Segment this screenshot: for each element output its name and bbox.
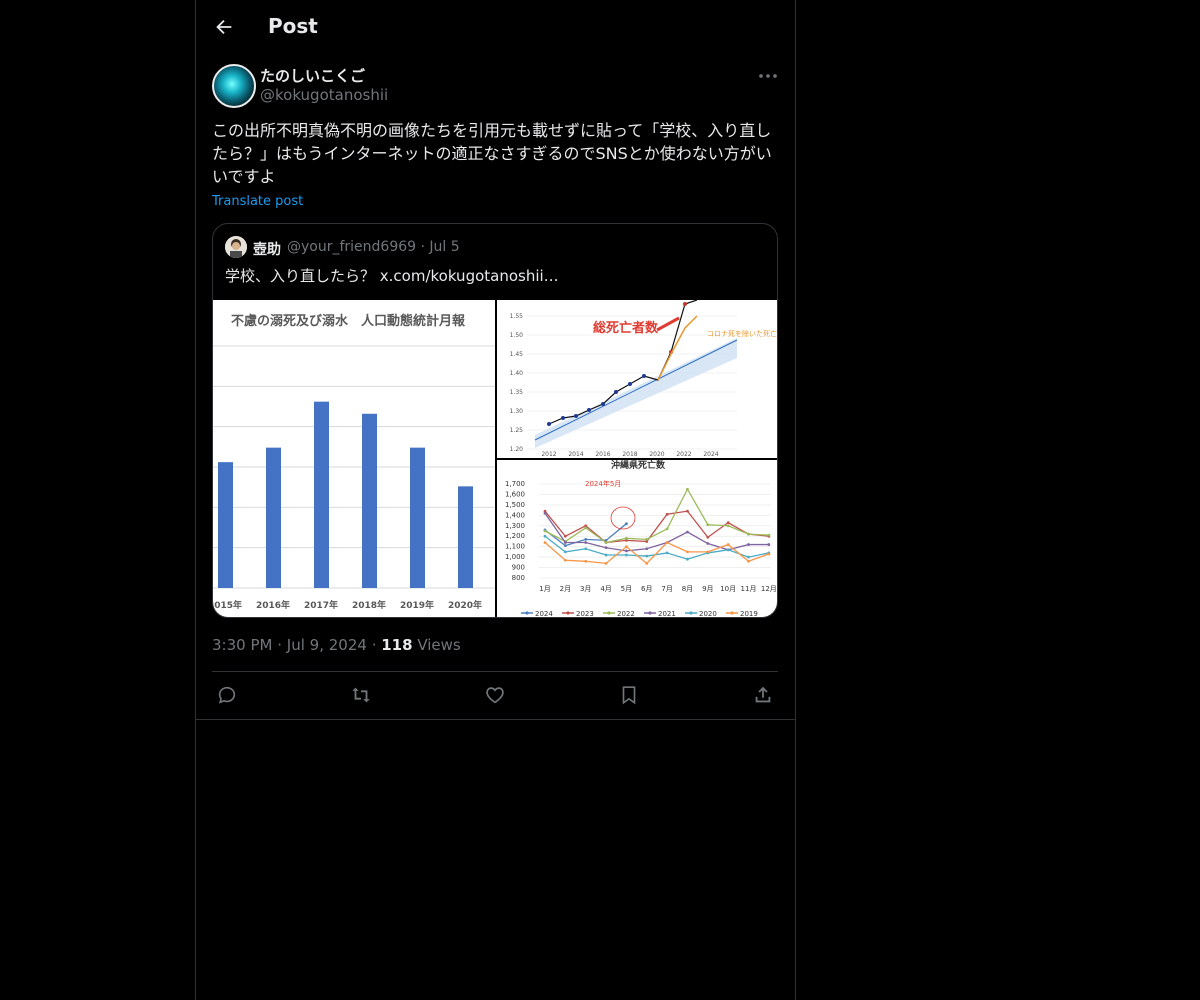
line-chart-ytick: 1.50 bbox=[510, 332, 524, 339]
avatar[interactable] bbox=[212, 64, 256, 108]
more-options-icon[interactable] bbox=[756, 66, 780, 86]
quote-avatar bbox=[225, 236, 247, 258]
bar bbox=[266, 447, 281, 588]
okinawa-chart-title: 沖縄県死亡数 bbox=[611, 460, 666, 471]
line-chart-xtick: 2016 bbox=[595, 451, 610, 458]
okinawa-ytick: 1,100 bbox=[505, 543, 525, 551]
okinawa-legend-label: 2020 bbox=[699, 610, 717, 618]
quote-text: 学校、入り直したら？ x.com/kokugotanoshii… bbox=[225, 267, 559, 285]
bar bbox=[314, 401, 329, 588]
bar-chart-title: 不慮の溺死及び溺水 人口動態統計月報 bbox=[231, 313, 466, 329]
bar bbox=[362, 413, 377, 588]
bar bbox=[218, 462, 233, 588]
line-chart-ytick: 1.40 bbox=[510, 370, 524, 377]
views-count: 118 bbox=[381, 636, 413, 654]
okinawa-month-label: 9月 bbox=[702, 585, 713, 593]
okinawa-legend-label: 2022 bbox=[617, 610, 635, 618]
line-chart-xtick: 2014 bbox=[568, 451, 583, 458]
line-chart-xtick: 2018 bbox=[622, 451, 637, 458]
repost-icon[interactable] bbox=[350, 684, 372, 706]
share-icon[interactable] bbox=[752, 684, 774, 706]
okinawa-month-label: 7月 bbox=[661, 585, 672, 593]
okinawa-annotation: 2024年5月 bbox=[585, 479, 621, 488]
bookmark-icon[interactable] bbox=[618, 684, 640, 706]
line-chart-label-total: 総死亡者数 bbox=[593, 320, 659, 336]
okinawa-ytick: 1,200 bbox=[505, 532, 525, 540]
okinawa-legend-label: 2021 bbox=[658, 610, 676, 618]
okinawa-deaths-image[interactable]: 沖縄県死亡数 1,700 1,600 1,500 1,400 1,300 1,200 1,1… bbox=[497, 460, 777, 618]
page-title: Post bbox=[268, 14, 318, 38]
quoted-post[interactable]: 壺助 @your_friend6969 · Jul 5 学校、入り直したら？ x… bbox=[212, 223, 778, 618]
deaths-trend-image[interactable]: 1.55 1.50 1.45 1.40 1.35 1.30 1.25 1.20 2012 201… bbox=[497, 300, 778, 458]
line-chart-ytick: 1.55 bbox=[510, 313, 524, 320]
okinawa-ytick: 1,300 bbox=[505, 522, 525, 530]
okinawa-month-label: 8月 bbox=[682, 585, 693, 593]
reply-icon[interactable] bbox=[216, 684, 238, 706]
line-chart-xtick: 2024 bbox=[703, 451, 718, 458]
post-text: この出所不明真偽不明の画像たちを引用元も載せずに貼って「学校、入り直したら？」は… bbox=[212, 121, 772, 186]
line-chart-xtick: 2020 bbox=[649, 451, 664, 458]
okinawa-month-label: 3月 bbox=[580, 585, 591, 593]
okinawa-legend-label: 2023 bbox=[576, 610, 594, 618]
line-chart-xtick: 2012 bbox=[541, 451, 556, 458]
quote-author-meta: @your_friend6969 · Jul 5 bbox=[287, 239, 460, 255]
quote-date: Jul 5 bbox=[429, 239, 460, 255]
translate-post-link[interactable]: Translate post bbox=[212, 194, 303, 209]
okinawa-ytick: 1,500 bbox=[505, 501, 525, 509]
okinawa-ytick: 1,400 bbox=[505, 511, 525, 519]
bar-category-label: 2018年 bbox=[352, 599, 386, 611]
quote-author-name: 壺助 bbox=[253, 242, 281, 258]
quote-author-handle: @your_friend6969 bbox=[287, 239, 417, 255]
bar-chart-image[interactable]: 不慮の溺死及び溺水 人口動態統計月報 2015年 2016年 2017年 2018年 2… bbox=[213, 300, 495, 617]
line-chart-xtick: 2022 bbox=[676, 451, 691, 458]
okinawa-month-label: 10月 bbox=[720, 585, 736, 593]
arrow-left-icon[interactable] bbox=[213, 16, 235, 38]
okinawa-ytick: 900 bbox=[512, 564, 525, 572]
bar-category-label: 2020年 bbox=[448, 599, 482, 611]
post-time[interactable]: 3:30 PM bbox=[212, 636, 272, 654]
post-meta: 3:30 PM · Jul 9, 2024 · 118 Views bbox=[212, 636, 461, 654]
okinawa-ytick: 800 bbox=[512, 574, 525, 582]
okinawa-month-label: 6月 bbox=[641, 585, 652, 593]
okinawa-legend-label: 2024 bbox=[535, 610, 553, 618]
author-handle[interactable]: @kokugotanoshii bbox=[260, 86, 388, 104]
page-header: Post bbox=[196, 0, 795, 53]
okinawa-month-label: 1月 bbox=[539, 585, 550, 593]
okinawa-month-label: 4月 bbox=[600, 585, 611, 593]
okinawa-series-line bbox=[544, 487, 769, 544]
okinawa-ytick: 1,000 bbox=[505, 553, 525, 561]
divider bbox=[212, 671, 778, 672]
line-chart-ytick: 1.25 bbox=[510, 427, 524, 434]
okinawa-month-label: 5月 bbox=[621, 585, 632, 593]
line-chart-ytick: 1.30 bbox=[510, 408, 524, 415]
okinawa-ytick: 1,700 bbox=[505, 480, 525, 488]
line-chart-label-excl: コロナ死を除いた死亡者数 bbox=[707, 329, 778, 338]
bar-category-label: 2015年 bbox=[213, 599, 242, 611]
okinawa-series-line bbox=[544, 510, 769, 544]
bar-category-label: 2017年 bbox=[304, 599, 338, 611]
post-date[interactable]: Jul 9, 2024 bbox=[287, 636, 367, 654]
like-icon[interactable] bbox=[484, 684, 506, 706]
line-chart-ytick: 1.45 bbox=[510, 351, 524, 358]
bar-category-label: 2019年 bbox=[400, 599, 434, 611]
bar-category-label: 2016年 bbox=[256, 599, 290, 611]
line-chart-ytick: 1.20 bbox=[510, 446, 524, 453]
main-column: Post たのしいこくご @kokugotanoshii この出所不明真偽不明の… bbox=[195, 0, 796, 1000]
okinawa-legend-label: 2019 bbox=[740, 610, 758, 618]
okinawa-month-label: 2月 bbox=[560, 585, 571, 593]
action-bar bbox=[212, 684, 778, 710]
okinawa-month-label: 11月 bbox=[741, 585, 757, 593]
bar bbox=[458, 486, 473, 588]
divider bbox=[196, 719, 795, 720]
bar bbox=[410, 447, 425, 588]
line-chart-ytick: 1.35 bbox=[510, 389, 524, 396]
views-label: Views bbox=[417, 636, 461, 654]
okinawa-ytick: 1,600 bbox=[505, 490, 525, 498]
okinawa-month-label: 12月 bbox=[761, 585, 777, 593]
author-name[interactable]: たのしいこくご bbox=[260, 65, 365, 86]
